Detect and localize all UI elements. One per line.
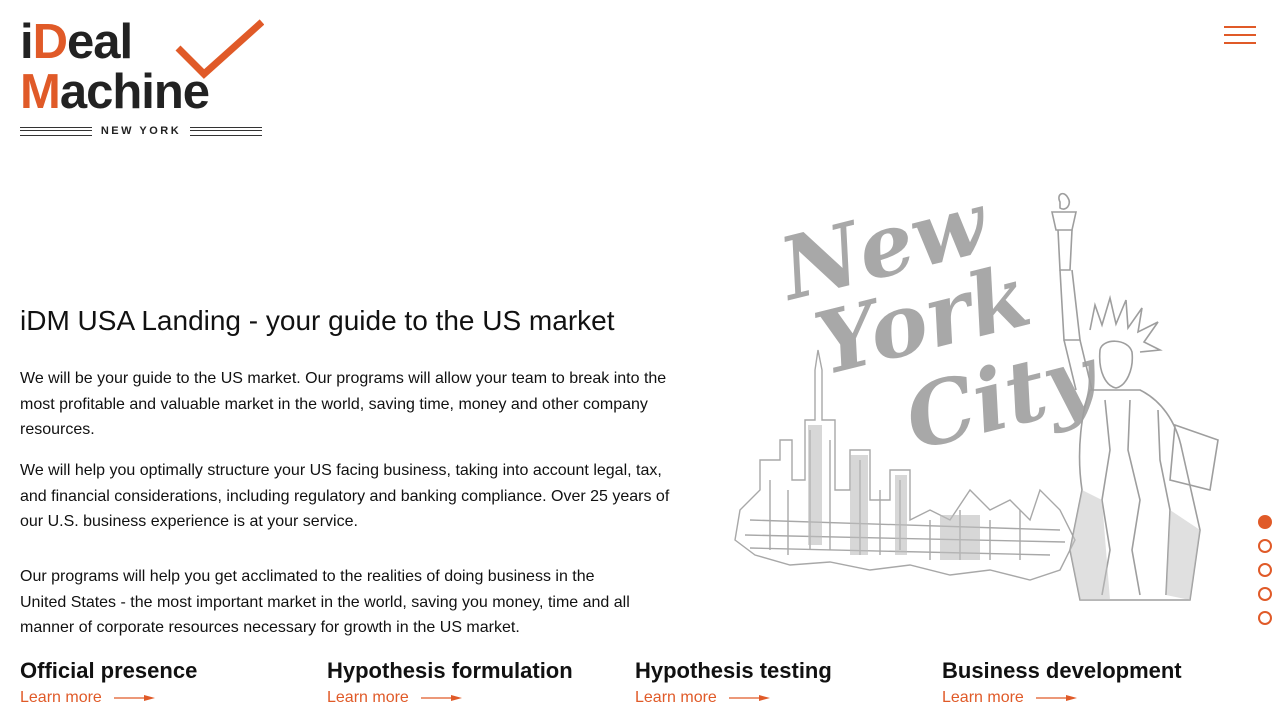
logo-rule-right [190,126,262,136]
landing-page: iDeal Machine NEW YORK iDM USA Landing -… [0,0,1280,720]
check-mark-icon [175,19,264,79]
section-pager [1258,515,1272,635]
learn-more-link[interactable]: Learn more [327,685,627,711]
learn-more-link[interactable]: Learn more [942,685,1242,711]
arrow-right-icon [420,695,462,701]
logo-city-row: NEW YORK [20,124,262,138]
service-title: Hypothesis testing [635,658,832,683]
arrow-right-icon [1035,695,1077,701]
new-york-city-illustration: New York City [734,190,1219,601]
service-official-presence: Official presence Learn more [20,657,320,711]
service-title: Business development [942,658,1182,683]
arrow-right-icon [728,695,770,701]
service-hypothesis-formulation: Hypothesis formulation Learn more [327,657,627,711]
service-business-development: Business development Learn more [942,657,1242,711]
hamburger-bar [1224,42,1256,44]
intro-paragraph-3: Our programs will help you get acclimate… [20,568,630,636]
logo-rule-left [20,126,92,136]
service-title: Official presence [20,658,198,683]
pager-dot[interactable] [1258,515,1272,529]
intro-paragraph-2: We will help you optimally structure you… [20,462,670,530]
service-title: Hypothesis formulation [327,658,573,683]
pager-dot[interactable] [1258,539,1272,553]
intro-paragraph-1: We will be your guide to the US market. … [20,370,667,438]
learn-more-label: Learn more [635,689,717,706]
hamburger-bar [1224,26,1256,28]
learn-more-link[interactable]: Learn more [20,685,320,711]
arrow-right-icon [113,695,155,701]
statue-shading [1070,490,1200,600]
page-title: iDM USA Landing - your guide to the US m… [20,305,615,336]
learn-more-label: Learn more [327,689,409,706]
services-row: Official presence Learn more Hypothesis … [20,657,1260,717]
hamburger-bar [1224,34,1256,36]
learn-more-link[interactable]: Learn more [635,685,935,711]
hamburger-icon[interactable] [1222,24,1258,48]
learn-more-label: Learn more [20,689,102,706]
pager-dot[interactable] [1258,611,1272,625]
service-hypothesis-testing: Hypothesis testing Learn more [635,657,935,711]
pager-dot[interactable] [1258,563,1272,577]
learn-more-label: Learn more [942,689,1024,706]
brand-logo[interactable]: iDeal Machine NEW YORK [20,15,264,138]
pager-dot[interactable] [1258,587,1272,601]
logo-line-1: iDeal [20,15,133,69]
logo-city: NEW YORK [100,125,182,137]
